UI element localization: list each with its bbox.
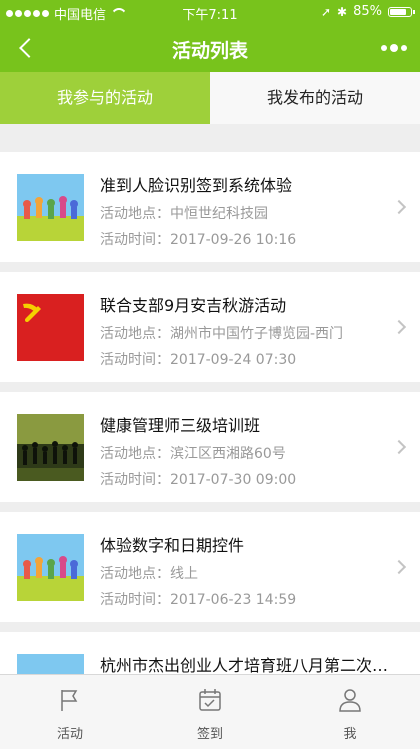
activity-card[interactable]: 联合支部9月安吉秋游活动 活动地点：湖州市中国竹子博览园-西门 活动时间：201… <box>0 272 420 382</box>
chevron-right-icon <box>391 319 407 335</box>
person-icon <box>339 689 361 712</box>
activity-time: 活动时间：2017-06-23 14:59 <box>100 592 297 608</box>
chevron-right-icon <box>391 199 407 215</box>
activity-thumbnail-party-flag <box>17 294 84 361</box>
activity-time: 活动时间：2017-07-30 09:00 <box>100 472 297 488</box>
activity-tabs: 我参与的活动 我发布的活动 <box>0 72 420 124</box>
tab-joined-activities[interactable]: 我参与的活动 <box>0 72 210 124</box>
activity-location: 活动地点：线上 <box>100 566 198 582</box>
chevron-right-icon <box>391 559 407 575</box>
chevron-right-icon <box>391 439 407 455</box>
activity-time: 活动时间：2017-09-24 07:30 <box>100 352 297 368</box>
tab-published-activities[interactable]: 我发布的活动 <box>210 72 420 124</box>
activity-title: 健康管理师三级培训班 <box>100 416 261 435</box>
activity-card[interactable]: 准到人脸识别签到系统体验 活动地点：中恒世纪科技园 活动时间：2017-09-2… <box>0 152 420 262</box>
activity-location: 活动地点：中恒世纪科技园 <box>100 206 268 222</box>
tabbar-item-checkin[interactable]: 签到 <box>140 675 280 749</box>
activity-title: 体验数字和日期控件 <box>100 536 245 555</box>
location-icon: ➚ <box>320 4 332 19</box>
activity-thumbnail-group-photo <box>17 174 84 241</box>
tabbar-item-activities[interactable]: 活动 <box>0 675 140 749</box>
activity-location: 活动地点：湖州市中国竹子博览园-西门 <box>100 326 344 342</box>
activity-thumbnail-silhouette-photo <box>17 414 84 481</box>
activity-thumbnail-group-photo <box>17 534 84 601</box>
battery-icon <box>388 6 415 17</box>
calendar-check-icon <box>199 689 221 711</box>
activity-title: 准到人脸识别签到系统体验 <box>100 176 293 195</box>
status-right: ➚ ✱ 85% <box>320 4 415 19</box>
activity-location: 活动地点：滨江区西湘路60号 <box>100 446 286 462</box>
more-options-icon[interactable] <box>378 36 410 60</box>
navigation-bar: 活动列表 <box>0 26 420 70</box>
battery-percent: 85% <box>353 4 382 19</box>
tabbar-item-me[interactable]: 我 <box>280 675 420 749</box>
page-title: 活动列表 <box>171 40 248 62</box>
tabbar-label: 签到 <box>196 727 223 742</box>
bottom-tab-bar: 活动 签到 我 <box>0 674 420 749</box>
status-bar: 中国电信 下午7:11 ➚ ✱ 85% <box>0 0 420 26</box>
activity-card[interactable]: 体验数字和日期控件 活动地点：线上 活动时间：2017-06-23 14:59 <box>0 512 420 622</box>
tabbar-label: 活动 <box>56 727 83 742</box>
activity-card[interactable]: 健康管理师三级培训班 活动地点：滨江区西湘路60号 活动时间：2017-07-3… <box>0 392 420 502</box>
activity-title: 联合支部9月安吉秋游活动 <box>100 296 287 315</box>
flag-icon <box>61 690 78 711</box>
tabbar-label: 我 <box>343 727 357 742</box>
bluetooth-icon: ✱ <box>337 4 348 19</box>
activity-time: 活动时间：2017-09-26 10:16 <box>100 232 297 248</box>
activity-title: 杭州市杰出创业人才培育班八月第二次… <box>100 656 389 675</box>
